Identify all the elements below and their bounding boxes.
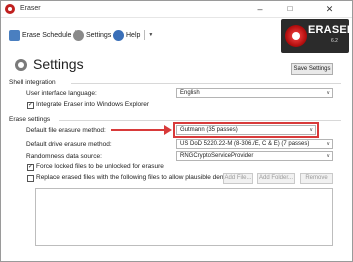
eraser-logo-mark-icon (285, 25, 307, 47)
add-file-button[interactable]: Add File... (223, 173, 253, 184)
logo-text: ERASER (308, 24, 349, 36)
randomness-source-value: RNGCryptoServiceProvider (180, 153, 254, 159)
remove-button[interactable]: Remove (300, 173, 333, 184)
chevron-down-icon: ∨ (326, 141, 330, 147)
chevron-down-icon: ∨ (326, 90, 330, 96)
replace-files-checkbox[interactable] (27, 175, 34, 182)
chevron-down-icon: ∨ (326, 153, 330, 159)
minimize-button[interactable]: – (247, 1, 273, 17)
replace-files-label: Replace erased files with the following … (36, 174, 244, 181)
annotation-arrow-head (164, 125, 172, 135)
logo-version: 6.2 (331, 38, 338, 44)
integrate-explorer-label: Integrate Eraser into Windows Explorer (36, 101, 150, 108)
drive-erasure-method-value: US DoD 5220.22-M (8-306./E, C & E) (7 pa… (180, 141, 310, 147)
close-button[interactable]: ✕ (307, 1, 352, 17)
window-title: Eraser (20, 5, 41, 12)
annotation-highlight-box (173, 122, 319, 138)
check-icon: ✓ (28, 164, 34, 170)
eraser-logo: ERASER 6.2 (281, 19, 349, 53)
annotation-arrow (111, 129, 169, 131)
eraser-app-icon (5, 4, 15, 14)
drive-erasure-method-label: Default drive erasure method: (26, 141, 112, 148)
ui-language-value: English (180, 90, 200, 96)
randomness-source-label: Randomness data source: (26, 153, 102, 160)
page-title: Settings (33, 56, 84, 72)
erase-settings-title: Erase settings (9, 116, 51, 123)
schedule-icon (9, 29, 20, 41)
integrate-explorer-checkbox[interactable]: ✓ (27, 102, 34, 109)
toolbar-separator (144, 30, 146, 40)
ui-language-select[interactable]: English ∨ (176, 88, 333, 98)
save-settings-button[interactable]: Save Settings (291, 63, 333, 75)
maximize-button[interactable]: □ (277, 1, 303, 17)
force-unlock-label: Force locked files to be unlocked for er… (36, 163, 164, 170)
ui-language-label: User interface language: (26, 90, 97, 97)
settings-gear-icon (73, 29, 84, 41)
shell-integration-title: Shell integration (9, 79, 56, 86)
help-dropdown-icon[interactable]: ▼ (148, 32, 153, 38)
check-icon: ✓ (28, 102, 34, 108)
help-icon (113, 29, 124, 41)
app-window: Eraser – □ ✕ Erase Schedule ▼ Settings H… (0, 0, 353, 262)
force-unlock-checkbox[interactable]: ✓ (27, 164, 34, 171)
settings-heading-icon (15, 59, 27, 71)
drive-erasure-method-select[interactable]: US DoD 5220.22-M (8-306./E, C & E) (7 pa… (176, 139, 333, 149)
section-divider (71, 83, 341, 84)
file-erasure-method-label: Default file erasure method: (26, 127, 106, 134)
randomness-source-select[interactable]: RNGCryptoServiceProvider ∨ (176, 151, 333, 161)
erase-schedule-label: Erase Schedule (22, 31, 72, 39)
plausible-deniability-file-list[interactable] (35, 188, 333, 246)
settings-button[interactable]: Settings (73, 28, 111, 42)
help-button[interactable]: Help ▼ (113, 28, 153, 42)
section-divider (59, 120, 341, 121)
help-label: Help (126, 31, 141, 39)
settings-label: Settings (86, 31, 112, 39)
add-folder-button[interactable]: Add Folder... (257, 173, 295, 184)
title-bar: Eraser – □ ✕ (1, 1, 352, 18)
